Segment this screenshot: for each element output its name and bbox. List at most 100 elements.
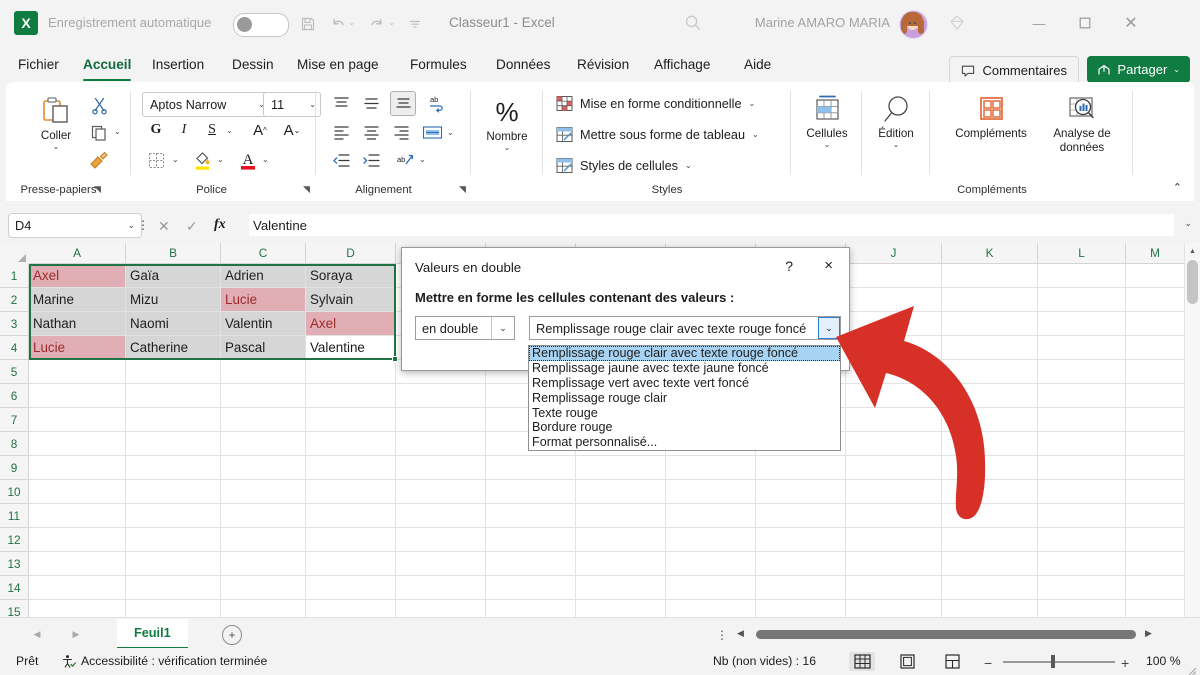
- cell-empty[interactable]: [756, 576, 846, 600]
- cell-empty[interactable]: [396, 480, 486, 504]
- cell-empty[interactable]: [1126, 312, 1185, 336]
- scroll-up-icon[interactable]: ▲: [1185, 244, 1200, 259]
- tab-aide[interactable]: Aide: [735, 52, 780, 77]
- paste-button[interactable]: Coller ⌄: [28, 94, 84, 152]
- condition-select[interactable]: en double ⌄: [415, 316, 515, 340]
- cell-A4[interactable]: Lucie: [29, 336, 126, 360]
- cell-empty[interactable]: [221, 600, 306, 617]
- row-header-10[interactable]: 10: [0, 480, 29, 504]
- cell-A3[interactable]: Nathan: [29, 312, 126, 336]
- cell-empty[interactable]: [221, 384, 306, 408]
- cell-empty[interactable]: [666, 456, 756, 480]
- cell-styles-button[interactable]: Styles de cellules ⌄: [556, 157, 692, 174]
- increase-indent-icon[interactable]: [360, 150, 382, 170]
- cell-empty[interactable]: [126, 432, 221, 456]
- expand-formula-bar-icon[interactable]: ⌄: [1184, 218, 1192, 229]
- tab-accueil[interactable]: Accueil: [74, 52, 140, 81]
- col-header-J[interactable]: J: [846, 243, 942, 264]
- cell-empty[interactable]: [29, 552, 126, 576]
- zoom-slider-knob[interactable]: [1051, 655, 1055, 668]
- bold-button[interactable]: G: [147, 121, 165, 139]
- row-header-5[interactable]: 5: [0, 360, 29, 384]
- cell-empty[interactable]: [306, 600, 396, 617]
- cell-empty[interactable]: [1126, 408, 1185, 432]
- cell-empty[interactable]: [396, 408, 486, 432]
- cancel-icon[interactable]: ✕: [158, 218, 170, 235]
- cell-empty[interactable]: [756, 600, 846, 617]
- conditional-formatting-chevron-down-icon[interactable]: ⌄: [749, 99, 756, 108]
- cell-empty[interactable]: [396, 504, 486, 528]
- cell-empty[interactable]: [306, 480, 396, 504]
- resize-grip[interactable]: [1187, 663, 1197, 675]
- avatar[interactable]: [899, 10, 928, 39]
- borders-icon[interactable]: [145, 149, 167, 171]
- cell-empty[interactable]: [306, 432, 396, 456]
- cell-B4[interactable]: Catherine: [126, 336, 221, 360]
- align-top-icon[interactable]: [330, 93, 352, 113]
- cell-empty[interactable]: [221, 504, 306, 528]
- close-button[interactable]: ✕: [1108, 0, 1154, 46]
- cell-empty[interactable]: [29, 456, 126, 480]
- cell-empty[interactable]: [486, 480, 576, 504]
- cell-empty[interactable]: [486, 528, 576, 552]
- cell-empty[interactable]: [29, 408, 126, 432]
- fill-handle[interactable]: [392, 356, 398, 362]
- cell-empty[interactable]: [1126, 504, 1185, 528]
- cell-empty[interactable]: [126, 480, 221, 504]
- cell-empty[interactable]: [486, 504, 576, 528]
- cell-B2[interactable]: Mizu: [126, 288, 221, 312]
- col-header-A[interactable]: A: [29, 243, 126, 264]
- cell-empty[interactable]: [29, 480, 126, 504]
- cell-empty[interactable]: [1126, 264, 1185, 288]
- cell-empty[interactable]: [576, 528, 666, 552]
- cell-empty[interactable]: [306, 576, 396, 600]
- font-size-select[interactable]: 11 ⌄: [263, 92, 321, 117]
- cut-icon[interactable]: [88, 94, 110, 116]
- cell-empty[interactable]: [1126, 456, 1185, 480]
- align-left-icon[interactable]: [330, 122, 352, 142]
- number-format-button[interactable]: % Nombre ⌄: [479, 98, 535, 153]
- cell-empty[interactable]: [576, 504, 666, 528]
- cell-D4[interactable]: Valentine: [306, 336, 396, 360]
- font-color-chevron-down-icon[interactable]: ⌄: [262, 155, 269, 164]
- cell-empty[interactable]: [221, 576, 306, 600]
- cell-styles-chevron-down-icon[interactable]: ⌄: [685, 161, 692, 170]
- zoom-value[interactable]: 100 %: [1146, 654, 1181, 668]
- cell-empty[interactable]: [126, 456, 221, 480]
- diamond-icon[interactable]: [947, 13, 969, 35]
- cell-empty[interactable]: [576, 480, 666, 504]
- borders-chevron-down-icon[interactable]: ⌄: [172, 155, 179, 164]
- cell-empty[interactable]: [29, 528, 126, 552]
- cell-empty[interactable]: [306, 360, 396, 384]
- minimize-button[interactable]: —: [1016, 0, 1062, 46]
- cell-empty[interactable]: [666, 576, 756, 600]
- add-sheet-button[interactable]: +: [222, 625, 242, 645]
- cell-empty[interactable]: [126, 552, 221, 576]
- align-center-icon[interactable]: [360, 122, 382, 142]
- copy-chevron-down-icon[interactable]: ⌄: [114, 127, 121, 136]
- row-header-12[interactable]: 12: [0, 528, 29, 552]
- cell-A2[interactable]: Marine: [29, 288, 126, 312]
- dropdown-option[interactable]: Remplissage rouge clair: [529, 390, 840, 405]
- redo-icon[interactable]: [365, 13, 387, 35]
- select-all-corner[interactable]: [0, 243, 30, 265]
- row-header-11[interactable]: 11: [0, 504, 29, 528]
- cell-empty[interactable]: [396, 552, 486, 576]
- alignment-dialog-launcher[interactable]: ◥: [459, 184, 466, 195]
- clipboard-dialog-launcher[interactable]: ◥: [94, 184, 101, 195]
- cell-empty[interactable]: [29, 432, 126, 456]
- cell-empty[interactable]: [666, 528, 756, 552]
- cell-empty[interactable]: [846, 552, 942, 576]
- format-dropdown-list[interactable]: Remplissage rouge clair avec texte rouge…: [528, 345, 841, 451]
- cell-empty[interactable]: [1126, 360, 1185, 384]
- cell-empty[interactable]: [666, 480, 756, 504]
- row-header-6[interactable]: 6: [0, 384, 29, 408]
- cell-empty[interactable]: [306, 456, 396, 480]
- fill-color-icon[interactable]: [192, 148, 214, 172]
- tab-revision[interactable]: Révision: [568, 52, 638, 77]
- dropdown-option[interactable]: Texte rouge: [529, 405, 840, 420]
- conditional-formatting-button[interactable]: Mise en forme conditionnelle ⌄: [556, 95, 755, 112]
- copy-icon[interactable]: [88, 122, 110, 144]
- underline-chevron-down-icon[interactable]: ⌄: [226, 126, 233, 135]
- dialog-close-icon[interactable]: ×: [824, 257, 833, 274]
